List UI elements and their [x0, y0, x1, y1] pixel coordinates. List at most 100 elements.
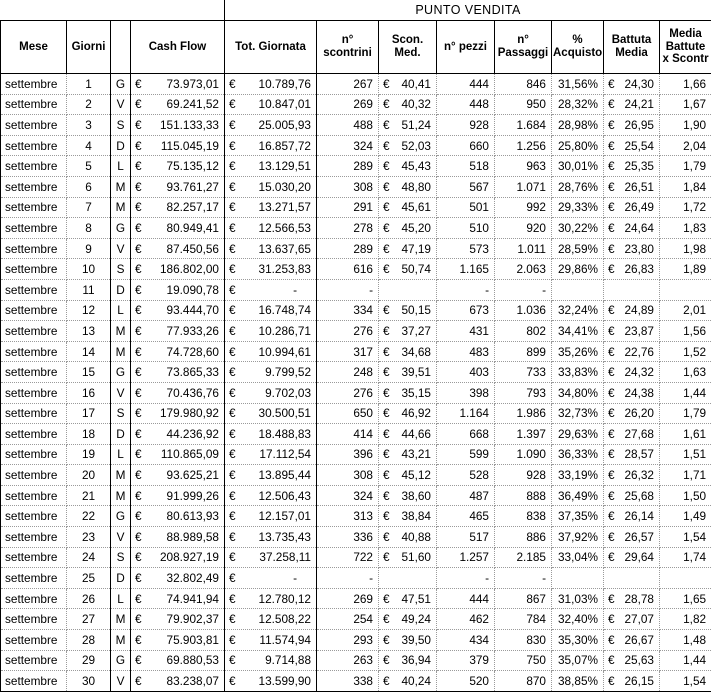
cell-n-scontrini[interactable]: 336 — [317, 527, 379, 548]
cell-n-passaggi[interactable]: 992 — [495, 197, 552, 218]
cell-giorno-lettera[interactable]: V — [111, 527, 131, 548]
cell-giorno[interactable]: 14 — [67, 341, 111, 362]
cell-mese[interactable]: settembre — [1, 94, 67, 115]
cell-perc-acquisto[interactable]: 30,22% — [552, 218, 604, 239]
cell-n-pezzi[interactable]: 462 — [437, 609, 495, 630]
cell-tot-giornata[interactable]: €12.508,22 — [225, 609, 317, 630]
cell-battuta-media[interactable]: €29,64 — [604, 547, 660, 568]
cell-perc-acquisto[interactable]: 28,32% — [552, 94, 604, 115]
cell-n-passaggi[interactable]: - — [495, 568, 552, 589]
cell-media-battute[interactable]: 1,66 — [660, 74, 711, 95]
column-header-giorni[interactable]: Giorni — [67, 21, 111, 74]
table-row[interactable]: settembre16V€70.436,76€9.702,03276€35,15… — [1, 382, 711, 403]
cell-tot-giornata[interactable]: €13.129,51 — [225, 156, 317, 177]
cell-giorno[interactable]: 21 — [67, 485, 111, 506]
cell-giorno[interactable]: 23 — [67, 527, 111, 548]
table-row[interactable]: settembre29G€69.880,53€9.714,88263€36,94… — [1, 650, 711, 671]
cell-tot-giornata[interactable]: €12.780,12 — [225, 588, 317, 609]
cell-perc-acquisto[interactable]: 28,76% — [552, 176, 604, 197]
cell-n-pezzi[interactable]: 448 — [437, 94, 495, 115]
cell-media-battute[interactable]: 2,04 — [660, 135, 711, 156]
cell-perc-acquisto[interactable]: 25,80% — [552, 135, 604, 156]
column-header-cash-flow[interactable]: Cash Flow — [131, 21, 225, 74]
cell-n-scontrini[interactable]: 289 — [317, 238, 379, 259]
table-row[interactable]: settembre18D€44.236,92€18.488,83414€44,6… — [1, 424, 711, 445]
cell-n-passaggi[interactable]: 888 — [495, 485, 552, 506]
cell-mese[interactable]: settembre — [1, 238, 67, 259]
cell-n-passaggi[interactable]: 2.185 — [495, 547, 552, 568]
cell-battuta-media[interactable]: €22,76 — [604, 341, 660, 362]
cell-giorno-lettera[interactable]: G — [111, 650, 131, 671]
cell-n-passaggi[interactable]: 950 — [495, 94, 552, 115]
cell-n-passaggi[interactable]: 802 — [495, 321, 552, 342]
cell-perc-acquisto[interactable]: 29,63% — [552, 424, 604, 445]
cell-n-scontrini[interactable]: 338 — [317, 671, 379, 692]
cell-giorno[interactable]: 16 — [67, 382, 111, 403]
cell-giorno[interactable]: 22 — [67, 506, 111, 527]
cell-mese[interactable]: settembre — [1, 115, 67, 136]
cell-giorno[interactable]: 13 — [67, 321, 111, 342]
table-row[interactable]: settembre28M€75.903,81€11.574,94293€39,5… — [1, 630, 711, 651]
table-row[interactable]: settembre19L€110.865,09€17.112,54396€43,… — [1, 444, 711, 465]
table-row[interactable]: settembre17S€179.980,92€30.500,51650€46,… — [1, 403, 711, 424]
cell-cash-flow[interactable]: €79.902,37 — [131, 609, 225, 630]
cell-giorno-lettera[interactable]: V — [111, 671, 131, 692]
cell-cash-flow[interactable]: €44.236,92 — [131, 424, 225, 445]
cell-battuta-media[interactable]: €25,63 — [604, 650, 660, 671]
cell-giorno-lettera[interactable]: L — [111, 588, 131, 609]
cell-cash-flow[interactable]: €93.761,27 — [131, 176, 225, 197]
cell-cash-flow[interactable]: €74.941,94 — [131, 588, 225, 609]
cell-perc-acquisto[interactable]: 31,03% — [552, 588, 604, 609]
cell-n-scontrini[interactable]: 396 — [317, 444, 379, 465]
cell-battuta-media[interactable]: €26,67 — [604, 630, 660, 651]
table-row[interactable]: settembre4D€115.045,19€16.857,72324€52,0… — [1, 135, 711, 156]
cell-scon-med[interactable]: €34,68 — [379, 341, 437, 362]
cell-scon-med[interactable]: €51,60 — [379, 547, 437, 568]
table-row[interactable]: settembre6M€93.761,27€15.030,20308€48,80… — [1, 176, 711, 197]
cell-n-passaggi[interactable]: 886 — [495, 527, 552, 548]
cell-n-passaggi[interactable]: 1.397 — [495, 424, 552, 445]
column-header-n-passaggi[interactable]: n° Passaggi — [495, 21, 552, 74]
table-row[interactable]: settembre24S€208.927,19€37.258,11722€51,… — [1, 547, 711, 568]
cell-tot-giornata[interactable]: €31.253,83 — [225, 259, 317, 280]
cell-n-pezzi[interactable]: 668 — [437, 424, 495, 445]
cell-perc-acquisto[interactable]: 28,98% — [552, 115, 604, 136]
cell-scon-med[interactable]: €35,15 — [379, 382, 437, 403]
cell-perc-acquisto[interactable]: 36,49% — [552, 485, 604, 506]
column-header-n-scontrini[interactable]: n° scontrini — [317, 21, 379, 74]
cell-cash-flow[interactable]: €74.728,60 — [131, 341, 225, 362]
cell-battuta-media[interactable]: €23,80 — [604, 238, 660, 259]
cell-scon-med[interactable]: €45,12 — [379, 465, 437, 486]
cell-n-pezzi[interactable]: 928 — [437, 115, 495, 136]
cell-n-pezzi[interactable]: 379 — [437, 650, 495, 671]
cell-cash-flow[interactable]: €93.625,21 — [131, 465, 225, 486]
cell-perc-acquisto[interactable]: 34,41% — [552, 321, 604, 342]
cell-mese[interactable]: settembre — [1, 259, 67, 280]
cell-giorno-lettera[interactable]: V — [111, 94, 131, 115]
cell-giorno[interactable]: 10 — [67, 259, 111, 280]
cell-perc-acquisto[interactable]: 32,40% — [552, 609, 604, 630]
cell-n-pezzi[interactable]: 567 — [437, 176, 495, 197]
cell-tot-giornata[interactable]: €13.895,44 — [225, 465, 317, 486]
cell-giorno[interactable]: 24 — [67, 547, 111, 568]
cell-giorno[interactable]: 3 — [67, 115, 111, 136]
cell-perc-acquisto[interactable] — [552, 568, 604, 589]
cell-n-pezzi[interactable]: 517 — [437, 527, 495, 548]
cell-tot-giornata[interactable]: €16.748,74 — [225, 300, 317, 321]
column-header-tot-giornata[interactable]: Tot. Giornata — [225, 21, 317, 74]
cell-giorno[interactable]: 25 — [67, 568, 111, 589]
cell-perc-acquisto[interactable]: 37,35% — [552, 506, 604, 527]
cell-perc-acquisto[interactable]: 33,04% — [552, 547, 604, 568]
cell-mese[interactable]: settembre — [1, 321, 67, 342]
cell-media-battute[interactable]: 1,50 — [660, 485, 711, 506]
cell-tot-giornata[interactable]: €13.271,57 — [225, 197, 317, 218]
cell-giorno-lettera[interactable]: V — [111, 238, 131, 259]
cell-perc-acquisto[interactable]: 32,73% — [552, 403, 604, 424]
cell-media-battute[interactable]: 1,83 — [660, 218, 711, 239]
table-row[interactable]: settembre25D€32.802,49€---- — [1, 568, 711, 589]
cell-n-scontrini[interactable]: 317 — [317, 341, 379, 362]
cell-giorno-lettera[interactable]: D — [111, 568, 131, 589]
cell-cash-flow[interactable]: €69.241,52 — [131, 94, 225, 115]
cell-n-scontrini[interactable]: 324 — [317, 135, 379, 156]
cell-perc-acquisto[interactable]: 37,92% — [552, 527, 604, 548]
